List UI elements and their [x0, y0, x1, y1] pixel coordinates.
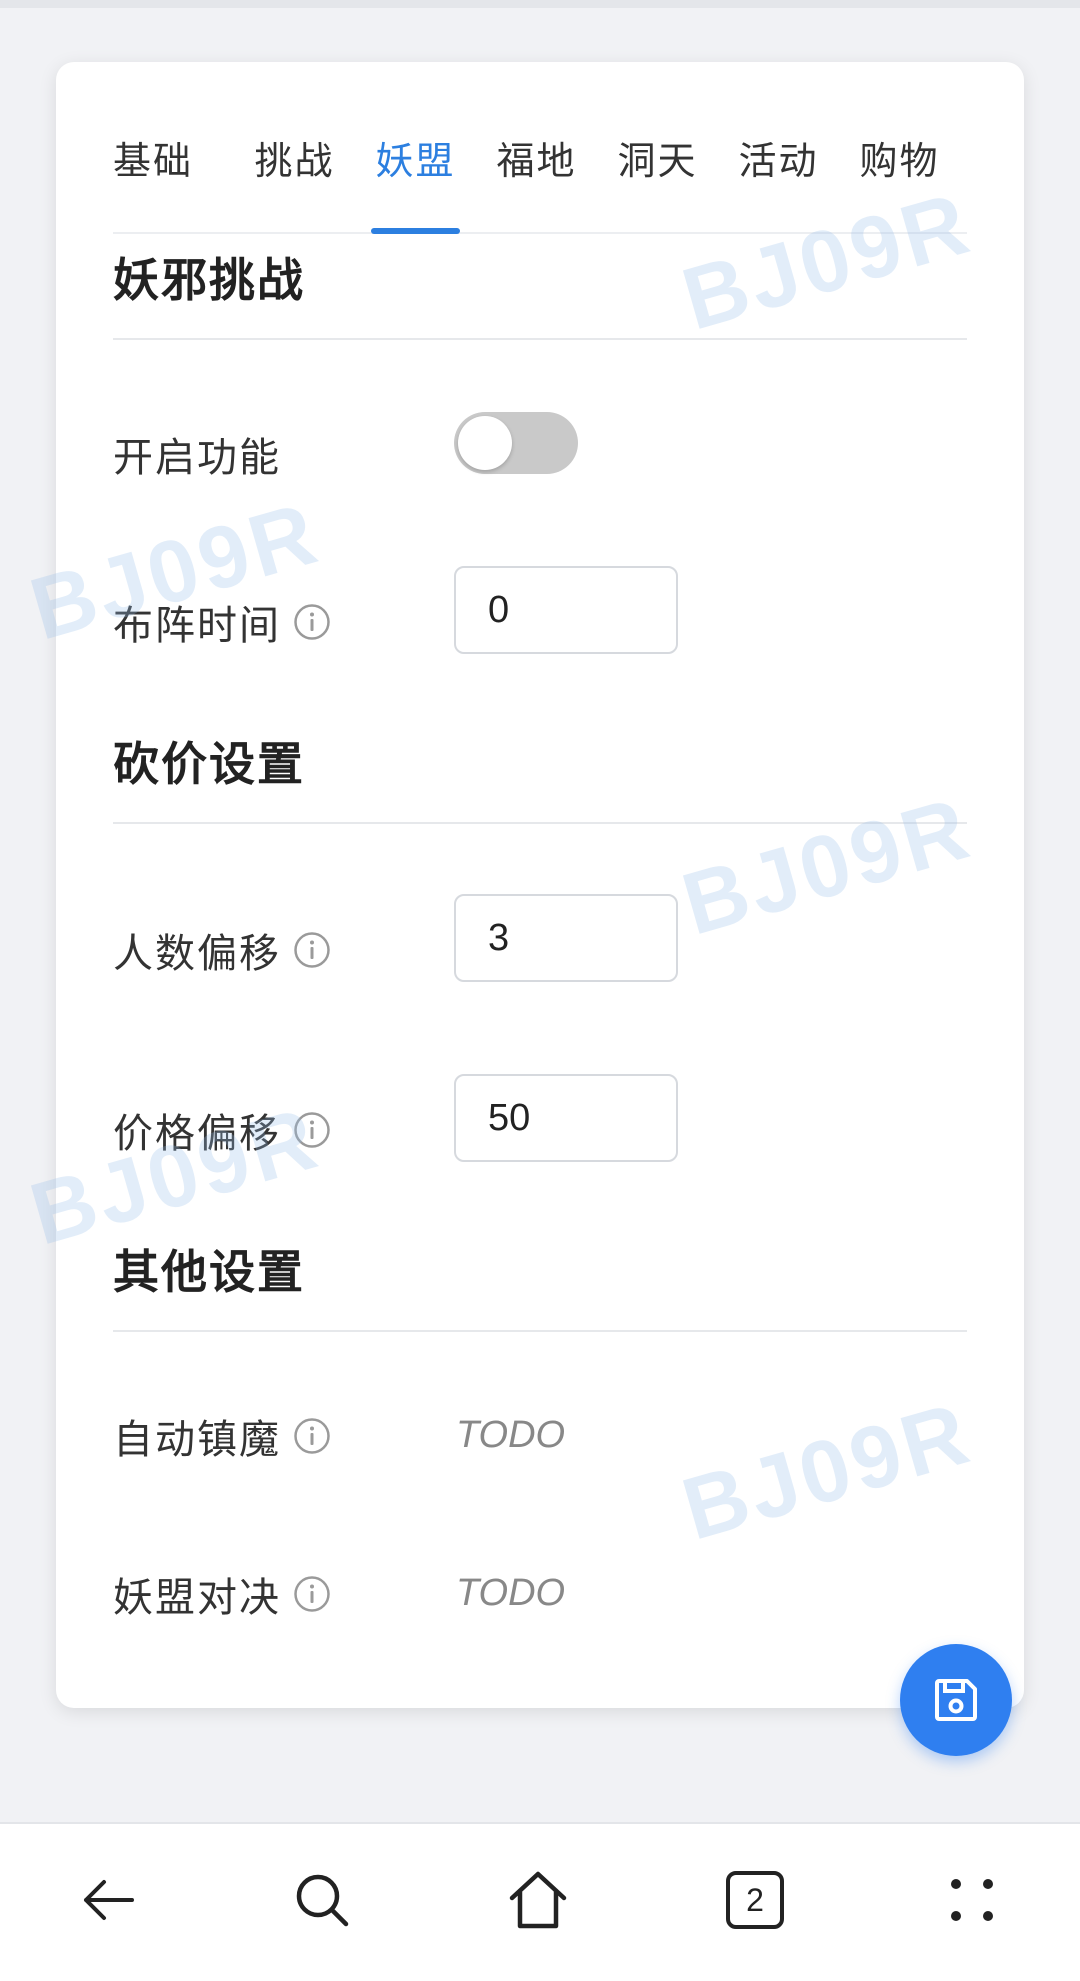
menu-button[interactable] — [932, 1860, 1012, 1940]
tabs-count: 2 — [746, 1881, 764, 1918]
section-divider — [113, 338, 967, 340]
save-button[interactable] — [900, 1644, 1012, 1756]
tab-bar: 基础 挑战 妖盟 福地 洞天 活动 购物 — [113, 102, 967, 234]
enable-label: 开启功能 — [113, 414, 281, 494]
auto-suppress-label-text: 自动镇魔 — [113, 1417, 281, 1463]
section-divider — [113, 822, 967, 824]
tab-blessed-land[interactable]: 福地 — [476, 102, 597, 212]
toggle-knob — [458, 416, 512, 470]
info-icon[interactable] — [293, 603, 331, 641]
info-icon[interactable] — [293, 931, 331, 969]
info-icon[interactable] — [293, 1417, 331, 1455]
info-icon[interactable] — [293, 1111, 331, 1149]
section-divider — [113, 1330, 967, 1332]
price-offset-label-text: 价格偏移 — [113, 1111, 281, 1157]
browser-nav-bar: 2 — [0, 1822, 1080, 1981]
tab-cave[interactable]: 洞天 — [597, 102, 718, 212]
tabs-button[interactable]: 2 — [715, 1860, 795, 1940]
people-offset-label-text: 人数偏移 — [113, 931, 281, 977]
search-icon — [296, 1874, 349, 1927]
search-button[interactable] — [282, 1860, 362, 1940]
section-title-other: 其他设置 — [113, 1245, 305, 1299]
tab-events[interactable]: 活动 — [718, 102, 839, 212]
alliance-duel-label-text: 妖盟对决 — [113, 1575, 281, 1621]
back-arrow-icon — [84, 1880, 134, 1920]
home-icon — [509, 1871, 567, 1929]
back-button[interactable] — [68, 1860, 148, 1940]
section-title-challenge: 妖邪挑战 — [113, 253, 305, 307]
formation-time-label-text: 布阵时间 — [113, 603, 281, 649]
menu-dots-icon — [951, 1879, 993, 1921]
formation-time-input[interactable]: 0 — [454, 566, 678, 654]
info-icon[interactable] — [293, 1575, 331, 1613]
tabs-count-icon: 2 — [726, 1871, 784, 1929]
tab-shopping[interactable]: 购物 — [839, 102, 960, 212]
people-offset-input[interactable]: 3 — [454, 894, 678, 982]
tab-basic[interactable]: 基础 — [113, 102, 234, 212]
people-offset-label: 人数偏移 — [113, 910, 331, 990]
section-title-bargain: 砍价设置 — [113, 737, 305, 791]
auto-suppress-label: 自动镇魔 — [113, 1396, 331, 1476]
home-button[interactable] — [498, 1860, 578, 1940]
price-offset-input[interactable]: 50 — [454, 1074, 678, 1162]
price-offset-label: 价格偏移 — [113, 1090, 331, 1170]
formation-time-label: 布阵时间 — [113, 582, 331, 662]
enable-toggle[interactable] — [454, 412, 578, 474]
settings-card: 基础 挑战 妖盟 福地 洞天 活动 购物 妖邪挑战 开启功能 布阵时间 0 砍价… — [56, 62, 1024, 1708]
tab-challenge[interactable]: 挑战 — [234, 102, 355, 212]
top-divider — [0, 0, 1080, 8]
save-icon — [935, 1679, 977, 1721]
enable-label-text: 开启功能 — [113, 435, 281, 481]
auto-suppress-value: TODO — [456, 1414, 566, 1456]
tab-alliance[interactable]: 妖盟 — [355, 102, 476, 234]
alliance-duel-label: 妖盟对决 — [113, 1554, 331, 1634]
alliance-duel-value: TODO — [456, 1572, 566, 1614]
